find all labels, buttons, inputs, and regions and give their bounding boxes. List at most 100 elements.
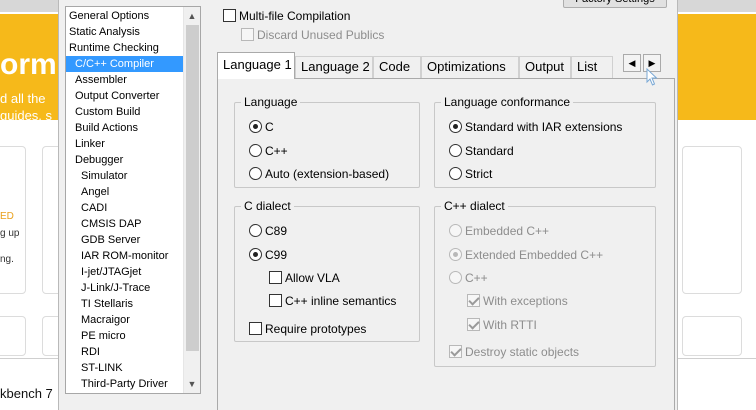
background-card bbox=[682, 146, 742, 294]
scroll-down-icon[interactable]: ▼ bbox=[184, 376, 200, 392]
cpp-inline-semantics-checkbox[interactable] bbox=[269, 294, 282, 308]
category-items: General Options Static Analysis Runtime Ch… bbox=[66, 8, 184, 392]
cpp-dialect-option-extended: Extended Embedded C++ bbox=[449, 246, 603, 262]
category-item-build-actions[interactable]: Build Actions bbox=[66, 120, 184, 136]
scroll-thumb[interactable] bbox=[186, 25, 199, 351]
c99-label: C99 bbox=[265, 247, 288, 262]
language-cpp-label: C++ bbox=[265, 143, 288, 158]
language-c-radio[interactable] bbox=[249, 120, 262, 134]
category-item-third-party-driver[interactable]: Third-Party Driver bbox=[66, 376, 184, 392]
tab-output[interactable]: Output bbox=[519, 56, 571, 78]
c-dialect-option-c99[interactable]: C99 bbox=[249, 246, 287, 262]
allow-vla-checkbox[interactable] bbox=[269, 271, 282, 285]
language-option-cpp[interactable]: C++ bbox=[249, 142, 288, 158]
destroy-static-objects-option: Destroy static objects bbox=[449, 343, 579, 359]
category-settings-panel: Factory Settings Multi-file Compilation … bbox=[209, 0, 677, 410]
category-item-st-link[interactable]: ST-LINK bbox=[66, 360, 184, 376]
conformance-iar-label: Standard with IAR extensions bbox=[465, 119, 623, 134]
background-text: g up bbox=[0, 228, 20, 239]
background-strip bbox=[676, 0, 756, 12]
category-item-pe-micro[interactable]: PE micro bbox=[66, 328, 184, 344]
language-auto-radio[interactable] bbox=[249, 167, 262, 181]
conformance-option-strict[interactable]: Strict bbox=[449, 165, 492, 181]
category-item-linker[interactable]: Linker bbox=[66, 136, 184, 152]
category-scrollbar[interactable]: ▲ ▼ bbox=[183, 7, 200, 393]
multifile-compilation-option[interactable]: Multi-file Compilation bbox=[223, 7, 350, 23]
background-banner bbox=[676, 14, 756, 120]
options-dialog: General Options Static Analysis Runtime Ch… bbox=[58, 0, 678, 410]
background-subline-2: guides, s bbox=[0, 108, 53, 123]
background-subline-1: d all the bbox=[0, 91, 46, 106]
category-item-cmsis-dap[interactable]: CMSIS DAP bbox=[66, 216, 184, 232]
tab-scroll-left-icon[interactable]: ◀ bbox=[623, 54, 641, 72]
multifile-checkbox[interactable] bbox=[223, 9, 236, 23]
category-item-static-analysis[interactable]: Static Analysis bbox=[66, 24, 184, 40]
cpp-inline-semantics-label: C++ inline semantics bbox=[285, 293, 397, 308]
background-text: ng. bbox=[0, 254, 14, 265]
category-item-rdi[interactable]: RDI bbox=[66, 344, 184, 360]
background-card bbox=[682, 316, 742, 356]
background-divider bbox=[676, 358, 756, 359]
language-group-title: Language bbox=[241, 95, 301, 109]
multifile-label: Multi-file Compilation bbox=[239, 8, 351, 23]
tab-language-2[interactable]: Language 2 bbox=[295, 56, 373, 78]
tab-code[interactable]: Code bbox=[373, 56, 421, 78]
category-item-j-link-j-trace[interactable]: J-Link/J-Trace bbox=[66, 280, 184, 296]
require-prototypes-option[interactable]: Require prototypes bbox=[249, 320, 366, 336]
with-exceptions-option: With exceptions bbox=[467, 292, 568, 308]
category-item-custom-build[interactable]: Custom Build bbox=[66, 104, 184, 120]
allow-vla-option[interactable]: Allow VLA bbox=[269, 269, 340, 285]
conformance-standard-radio[interactable] bbox=[449, 144, 462, 158]
allow-vla-label: Allow VLA bbox=[285, 270, 340, 285]
category-item-gdb-server[interactable]: GDB Server bbox=[66, 232, 184, 248]
language-option-c[interactable]: C bbox=[249, 118, 274, 134]
scroll-up-icon[interactable]: ▲ bbox=[184, 8, 200, 24]
require-prototypes-checkbox[interactable] bbox=[249, 322, 262, 336]
c89-label: C89 bbox=[265, 223, 288, 238]
with-exceptions-checkbox bbox=[467, 294, 480, 308]
conformance-strict-label: Strict bbox=[465, 166, 493, 181]
category-item-ti-stellaris[interactable]: TI Stellaris bbox=[66, 296, 184, 312]
tab-list[interactable]: List bbox=[571, 56, 613, 78]
cpp-inline-semantics-option[interactable]: C++ inline semantics bbox=[269, 292, 396, 308]
category-item-general-options[interactable]: General Options bbox=[66, 8, 184, 24]
background-app-left: orm d all the guides, s ED g up ng. kben… bbox=[0, 0, 64, 410]
mouse-cursor-icon bbox=[646, 68, 658, 86]
c89-radio[interactable] bbox=[249, 224, 262, 238]
language-c-label: C bbox=[265, 119, 274, 134]
c-dialect-option-c89[interactable]: C89 bbox=[249, 222, 287, 238]
destroy-static-objects-checkbox bbox=[449, 345, 462, 359]
require-prototypes-label: Require prototypes bbox=[265, 321, 367, 336]
category-item-debugger[interactable]: Debugger bbox=[66, 152, 184, 168]
category-item-macraigor[interactable]: Macraigor bbox=[66, 312, 184, 328]
language-option-auto[interactable]: Auto (extension-based) bbox=[249, 165, 389, 181]
category-item-output-converter[interactable]: Output Converter bbox=[66, 88, 184, 104]
destroy-static-objects-label: Destroy static objects bbox=[465, 344, 580, 359]
cpp-dialect-option-embedded: Embedded C++ bbox=[449, 222, 549, 238]
conformance-option-iar[interactable]: Standard with IAR extensions bbox=[449, 118, 622, 134]
conformance-iar-radio[interactable] bbox=[449, 120, 462, 134]
category-item-cadi[interactable]: CADI bbox=[66, 200, 184, 216]
category-item-c-c-compiler[interactable]: C/C++ Compiler bbox=[66, 56, 184, 72]
c99-radio[interactable] bbox=[249, 248, 262, 262]
category-list[interactable]: General Options Static Analysis Runtime Ch… bbox=[65, 6, 201, 394]
cpp-dialect-group-title: C++ dialect bbox=[441, 199, 508, 213]
category-item-runtime-checking[interactable]: Runtime Checking bbox=[66, 40, 184, 56]
tab-optimizations[interactable]: Optimizations bbox=[421, 56, 519, 78]
factory-settings-button[interactable]: Factory Settings bbox=[563, 0, 667, 8]
conformance-strict-radio[interactable] bbox=[449, 167, 462, 181]
extended-embedded-cpp-radio bbox=[449, 248, 462, 262]
tab-language-1[interactable]: Language 1 bbox=[217, 52, 295, 79]
category-item-assembler[interactable]: Assembler bbox=[66, 72, 184, 88]
category-item-angel[interactable]: Angel bbox=[66, 184, 184, 200]
category-item-i-jet-jtagjet[interactable]: I-jet/JTAGjet bbox=[66, 264, 184, 280]
background-app-right bbox=[676, 0, 756, 410]
category-item-simulator[interactable]: Simulator bbox=[66, 168, 184, 184]
conformance-option-standard[interactable]: Standard bbox=[449, 142, 514, 158]
conformance-group-title: Language conformance bbox=[441, 95, 574, 109]
background-footer: kbench 7 bbox=[0, 386, 53, 401]
category-item-iar-rom-monitor[interactable]: IAR ROM-monitor bbox=[66, 248, 184, 264]
language-cpp-radio[interactable] bbox=[249, 144, 262, 158]
c-dialect-group: C dialect C89 C99 Allow VLA C++ inline s… bbox=[234, 199, 420, 342]
c-dialect-group-title: C dialect bbox=[241, 199, 294, 213]
